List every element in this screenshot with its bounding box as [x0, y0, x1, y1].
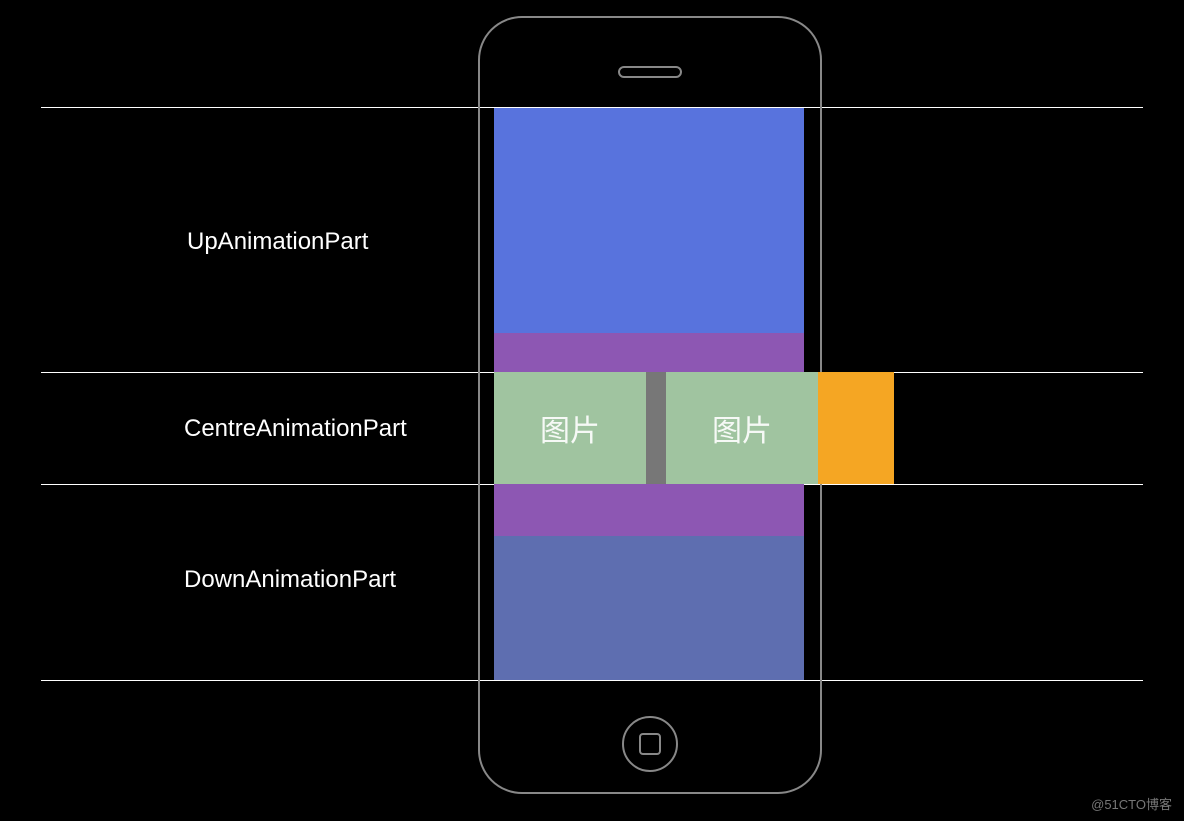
label-up-animation-part: UpAnimationPart	[187, 228, 368, 256]
diagram-stage: UpAnimationPart CentreAnimationPart Down…	[0, 0, 1184, 821]
up-part-purple-band	[494, 333, 804, 372]
up-part-block	[494, 108, 804, 333]
down-part-purple-band	[494, 484, 804, 536]
centre-image-gap	[646, 372, 666, 484]
centre-image-2: 图片	[666, 372, 818, 484]
centre-image-1: 图片	[494, 372, 646, 484]
watermark: @51CTO博客	[1091, 794, 1172, 813]
phone-speaker-icon	[618, 66, 682, 78]
home-button-icon	[622, 716, 678, 772]
label-centre-animation-part: CentreAnimationPart	[184, 415, 407, 443]
label-down-animation-part: DownAnimationPart	[184, 566, 396, 594]
down-part-block	[494, 536, 804, 680]
